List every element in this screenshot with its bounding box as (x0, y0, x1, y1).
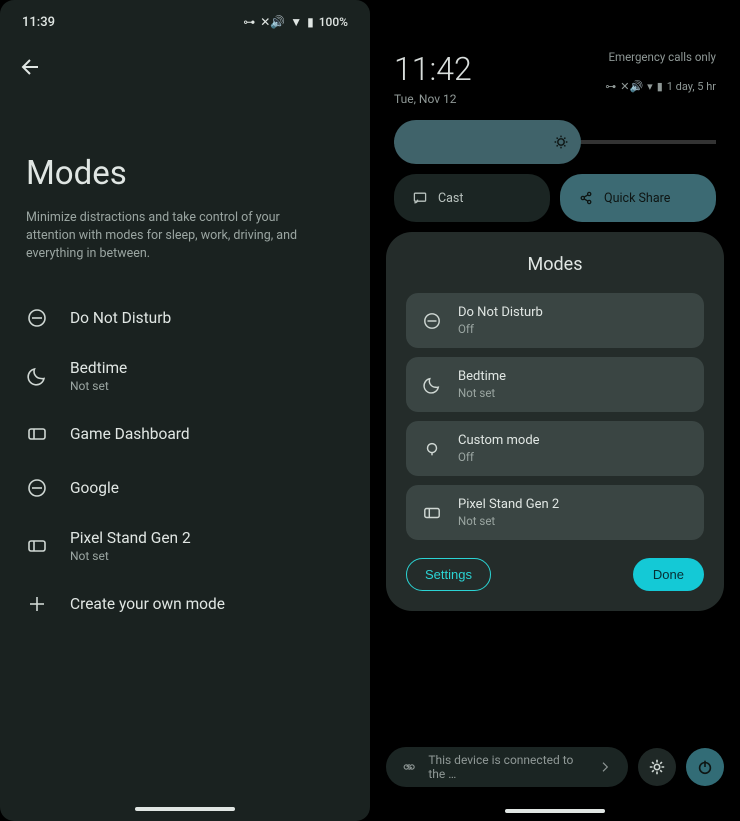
mode-item-dnd[interactable]: Do Not Disturb (14, 291, 356, 345)
modal-mode-bedtime[interactable]: Bedtime Not set (406, 357, 704, 412)
power-button[interactable] (686, 748, 724, 786)
mode-label: Do Not Disturb (70, 309, 171, 327)
mode-label: Bedtime (458, 369, 506, 384)
link-icon (402, 759, 416, 775)
mode-item-game[interactable]: Game Dashboard (14, 407, 356, 461)
page-description: Minimize distractions and take control o… (0, 209, 340, 263)
date: Tue, Nov 12 (394, 92, 472, 106)
brightness-icon (553, 134, 569, 150)
back-button[interactable] (0, 44, 370, 94)
modal-mode-custom[interactable]: Custom mode Off (406, 421, 704, 476)
mode-sub: Not set (458, 514, 559, 528)
create-mode-button[interactable]: Create your own mode (14, 577, 356, 631)
dnd-icon (26, 307, 48, 329)
vpn-icon: ⊶ (243, 15, 255, 29)
share-icon (578, 190, 594, 206)
plus-icon (26, 593, 48, 615)
mode-label: Custom mode (458, 433, 540, 448)
nav-handle[interactable] (505, 809, 605, 813)
mode-item-bedtime[interactable]: Bedtime Not set (14, 345, 356, 407)
tile-label: Quick Share (604, 191, 670, 206)
mode-label: Pixel Stand Gen 2 (458, 497, 559, 512)
settings-modes-screen: 11:39 ⊶ ✕🔊 ▼ ▮ 100% Modes Minimize distr… (0, 0, 370, 821)
mode-label: Create your own mode (70, 595, 225, 613)
page-title: Modes (0, 94, 370, 209)
battery-icon: ▮ (657, 80, 663, 93)
bottom-bar: This device is connected to the … (386, 747, 724, 787)
gear-icon (648, 758, 666, 776)
ticket-icon (26, 535, 48, 557)
bulb-icon (422, 439, 442, 459)
done-button[interactable]: Done (633, 558, 704, 591)
mode-label: Pixel Stand Gen 2 (70, 529, 191, 547)
arrow-back-icon (18, 56, 40, 78)
tile-cast[interactable]: Cast (394, 174, 550, 222)
settings-gear-button[interactable] (638, 748, 676, 786)
qs-tiles: Cast Quick Share (394, 174, 716, 222)
battery-status: 1 day, 5 hr (667, 80, 716, 93)
mode-sub: Off (458, 450, 540, 464)
mode-sub: Off (458, 322, 543, 336)
mute-icon: ✕🔊 (620, 80, 643, 93)
dnd-icon (26, 477, 48, 499)
brightness-slider[interactable] (394, 140, 716, 144)
quick-settings-screen: 11:42 Tue, Nov 12 Emergency calls only ⊶… (370, 0, 740, 821)
moon-icon (26, 365, 48, 387)
cast-icon (412, 190, 428, 206)
modes-modal: Modes Do Not Disturb Off Bedtime Not set… (386, 232, 724, 611)
connected-pill[interactable]: This device is connected to the … (386, 747, 628, 787)
mode-label: Game Dashboard (70, 425, 190, 443)
mode-label: Google (70, 479, 119, 497)
mode-item-pixelstand[interactable]: Pixel Stand Gen 2 Not set (14, 515, 356, 577)
emergency-text: Emergency calls only (605, 50, 716, 64)
ticket-icon (26, 423, 48, 445)
mode-label: Do Not Disturb (458, 305, 543, 320)
pill-text: This device is connected to the … (428, 753, 585, 781)
ticket-icon (422, 503, 442, 523)
mode-sub: Not set (70, 379, 127, 393)
clock: 11:42 (394, 50, 472, 88)
modal-title: Modes (406, 254, 704, 275)
nav-handle[interactable] (135, 807, 235, 811)
power-icon (696, 758, 714, 776)
mode-sub: Not set (70, 549, 191, 563)
status-time: 11:39 (22, 15, 55, 30)
modes-list: Do Not Disturb Bedtime Not set Game Dash… (0, 263, 370, 631)
tile-quickshare[interactable]: Quick Share (560, 174, 716, 222)
lock-status: 11:42 Tue, Nov 12 Emergency calls only ⊶… (370, 0, 740, 106)
status-icons: ⊶ ✕🔊 ▼ ▮ 100% (243, 15, 348, 29)
status-bar: 11:39 ⊶ ✕🔊 ▼ ▮ 100% (0, 0, 370, 44)
status-icons: ⊶ ✕🔊 ▾ ▮ 1 day, 5 hr (605, 80, 716, 93)
settings-button[interactable]: Settings (406, 558, 491, 591)
battery-icon: ▮ (307, 15, 314, 29)
vpn-icon: ⊶ (605, 80, 616, 93)
dnd-icon (422, 311, 442, 331)
moon-icon (422, 375, 442, 395)
modal-mode-dnd[interactable]: Do Not Disturb Off (406, 293, 704, 348)
battery-pct: 100% (319, 15, 348, 29)
mode-item-google[interactable]: Google (14, 461, 356, 515)
chevron-right-icon (598, 759, 612, 775)
mute-icon: ✕🔊 (260, 15, 285, 29)
modal-mode-pixelstand[interactable]: Pixel Stand Gen 2 Not set (406, 485, 704, 540)
tile-label: Cast (438, 191, 463, 206)
mode-label: Bedtime (70, 359, 127, 377)
mode-sub: Not set (458, 386, 506, 400)
wifi-icon: ▼ (290, 15, 302, 29)
wifi-icon: ▾ (647, 80, 653, 93)
